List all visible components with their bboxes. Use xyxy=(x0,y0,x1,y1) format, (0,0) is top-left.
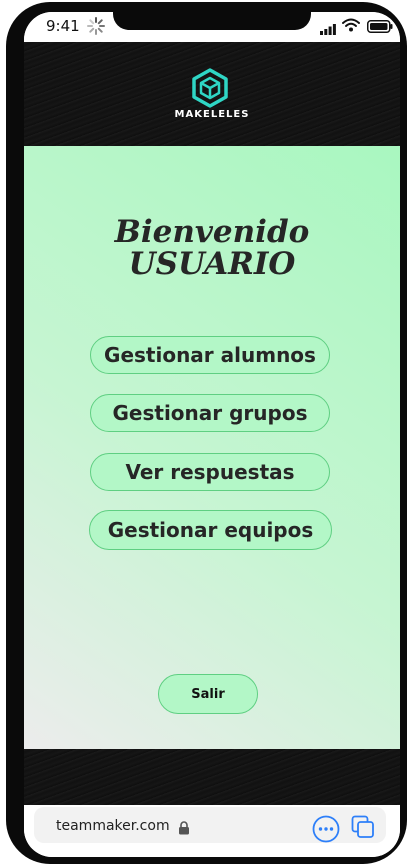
view-responses-button[interactable]: Ver respuestas xyxy=(90,453,330,491)
status-bar: 9:41 xyxy=(24,12,400,42)
app-header: MAKELELES xyxy=(24,42,400,146)
signal-icon xyxy=(320,20,336,39)
notch xyxy=(113,12,311,30)
brand-name: MAKELELES xyxy=(174,109,250,120)
app-footer xyxy=(24,749,400,805)
battery-icon xyxy=(367,18,393,37)
welcome-line-2: USUARIO xyxy=(128,246,296,282)
phone-frame: 9:41 MAKELELES Bienvenido USUARIO Gestio… xyxy=(6,2,407,864)
browser-bar: teammaker.com xyxy=(24,805,400,857)
tabs-icon[interactable] xyxy=(351,815,375,843)
welcome-line-1: Bienvenido xyxy=(114,214,310,250)
loading-spinner-icon xyxy=(86,16,106,40)
main-content: Bienvenido USUARIO Gestionar alumnos Ges… xyxy=(24,146,400,749)
more-options-icon[interactable] xyxy=(312,815,340,847)
status-time: 9:41 xyxy=(46,17,80,35)
wifi-icon xyxy=(342,17,360,36)
welcome-heading: Bienvenido USUARIO xyxy=(24,216,400,280)
address-bar[interactable]: teammaker.com xyxy=(34,807,386,843)
cube-logo-icon xyxy=(190,68,230,112)
screen: 9:41 MAKELELES Bienvenido USUARIO Gestio… xyxy=(24,12,400,857)
manage-students-button[interactable]: Gestionar alumnos xyxy=(90,336,330,374)
logout-button[interactable]: Salir xyxy=(158,674,258,714)
url-text: teammaker.com xyxy=(56,818,170,834)
lock-icon xyxy=(178,820,190,839)
manage-teams-button[interactable]: Gestionar equipos xyxy=(89,510,332,550)
manage-groups-button[interactable]: Gestionar grupos xyxy=(90,394,330,432)
